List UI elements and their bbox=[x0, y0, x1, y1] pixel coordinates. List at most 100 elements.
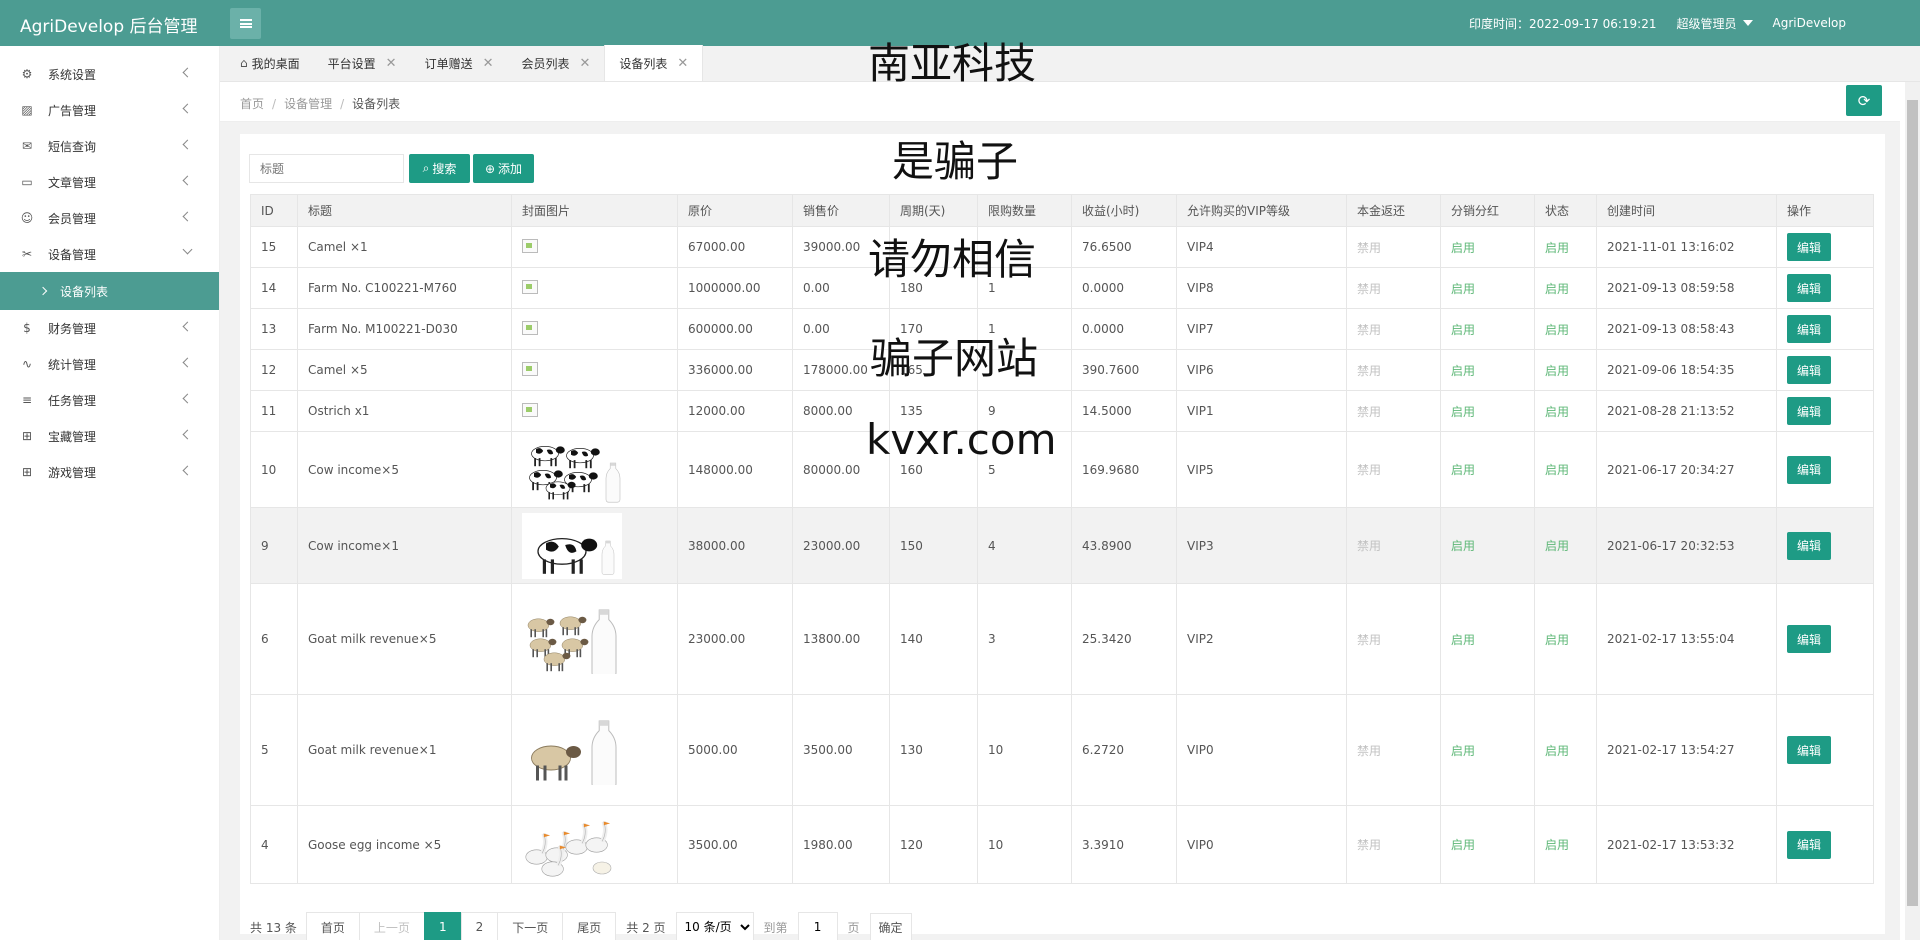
search-icon: ⌕ bbox=[422, 161, 430, 175]
sidebar-item-ads[interactable]: ▨ 广告管理 bbox=[0, 92, 219, 128]
column-header: 标题 bbox=[297, 194, 512, 227]
cell-id: 4 bbox=[250, 805, 298, 884]
per-page-select[interactable]: 10 条/页 bbox=[675, 912, 754, 940]
search-button[interactable]: ⌕ 搜索 bbox=[409, 154, 470, 183]
site-name-link[interactable]: AgriDevelop bbox=[1773, 16, 1847, 30]
cell-title: Camel ×5 bbox=[297, 349, 512, 391]
cover-image bbox=[522, 436, 622, 503]
table-row: 9 Cow income×1 38000.00 23000.00 150 4 43.890… bbox=[250, 507, 1874, 584]
cell-text: 43.8900 bbox=[1082, 538, 1132, 553]
edit-button[interactable]: 编辑 bbox=[1787, 736, 1831, 764]
close-icon[interactable]: ✕ bbox=[677, 56, 688, 71]
breadcrumb-current: 设备列表 bbox=[352, 97, 401, 111]
first-page-button[interactable]: 首页 bbox=[305, 912, 360, 940]
scrollbar-thumb[interactable] bbox=[1907, 100, 1918, 906]
add-button[interactable]: ⊕ 添加 bbox=[473, 154, 534, 183]
menu-toggle-button[interactable] bbox=[230, 8, 261, 39]
user-role-dropdown[interactable]: 超级管理员 bbox=[1676, 15, 1753, 32]
sidebar-item-sms[interactable]: ✉ 短信查询 bbox=[0, 128, 219, 164]
hamburger-icon bbox=[239, 19, 252, 28]
cell-limit: 10 bbox=[977, 805, 1072, 884]
cell-income: 43.8900 bbox=[1071, 507, 1177, 584]
cell-limit: 3 bbox=[977, 583, 1072, 695]
sidebar-item-tasks[interactable]: ≡ 任务管理 bbox=[0, 382, 219, 418]
edit-button[interactable]: 编辑 bbox=[1787, 830, 1831, 859]
sidebar-item-treasure[interactable]: ⊞ 宝藏管理 bbox=[0, 418, 219, 454]
scrollbar[interactable] bbox=[1905, 82, 1920, 940]
tools-icon: ✂ bbox=[21, 247, 33, 261]
cell-image bbox=[511, 267, 678, 309]
refresh-button[interactable]: ⟳ bbox=[1846, 85, 1882, 116]
cell-text: VIP1 bbox=[1187, 404, 1214, 418]
edit-button[interactable]: 编辑 bbox=[1787, 531, 1831, 560]
edit-button[interactable]: 编辑 bbox=[1787, 233, 1831, 261]
cover-image bbox=[522, 604, 622, 674]
cell-price: 3500.00 bbox=[677, 805, 793, 884]
cell-share: 启用 bbox=[1440, 805, 1535, 884]
sidebar-item-devices[interactable]: ✂ 设备管理 bbox=[0, 236, 219, 272]
sidebar-item-articles[interactable]: ▭ 文章管理 bbox=[0, 164, 219, 200]
tab-desktop[interactable]: ⌂ 我的桌面 bbox=[226, 45, 314, 81]
sidebar-item-system-settings[interactable]: ⚙ 系统设置 bbox=[0, 56, 219, 92]
chevron-left-icon bbox=[182, 211, 193, 222]
chevron-left-icon bbox=[182, 139, 193, 150]
cell-text: VIP2 bbox=[1187, 632, 1214, 646]
edit-button[interactable]: 编辑 bbox=[1787, 397, 1831, 425]
cell-text: 2021-06-17 20:34:27 bbox=[1607, 462, 1735, 477]
cell-text: 14.5000 bbox=[1082, 404, 1132, 418]
cell-text: 2021-02-17 13:53:32 bbox=[1607, 837, 1735, 852]
page-button[interactable]: 1 bbox=[423, 912, 462, 940]
sidebar-item-label: 财务管理 bbox=[48, 321, 97, 336]
cell-text: 禁用 bbox=[1357, 404, 1382, 419]
chevron-left-icon bbox=[182, 465, 193, 476]
cell-text: 6 bbox=[261, 632, 269, 646]
table-row: 11 Ostrich x1 12000.00 8000.00 135 9 14.5000 VI… bbox=[250, 390, 1874, 432]
column-header: 原价 bbox=[677, 194, 793, 227]
next-page-button[interactable]: 下一页 bbox=[497, 912, 564, 940]
breadcrumb-separator: / bbox=[340, 97, 345, 111]
column-header: 操作 bbox=[1776, 194, 1874, 227]
sidebar-item-device-list[interactable]: 设备列表 bbox=[0, 272, 219, 310]
cell-refund: 禁用 bbox=[1346, 349, 1441, 391]
goto-label: 到第 bbox=[763, 920, 788, 935]
cell-share: 启用 bbox=[1440, 349, 1535, 391]
breadcrumb-devices[interactable]: 设备管理 bbox=[284, 97, 332, 111]
sidebar-item-games[interactable]: ⊞ 游戏管理 bbox=[0, 454, 219, 490]
pulse-icon: ∿ bbox=[21, 357, 33, 371]
cell-limit: 4 bbox=[977, 507, 1072, 584]
cell-text: 2021-06-17 20:32:53 bbox=[1607, 538, 1735, 553]
confirm-goto-button[interactable]: 确定 bbox=[869, 913, 912, 940]
cell-price: 5000.00 bbox=[677, 694, 793, 806]
tab-order-gift[interactable]: 订单赠送 ✕ bbox=[411, 45, 508, 81]
cell-text: 148000.00 bbox=[688, 462, 753, 477]
cell-title: Camel ×1 bbox=[297, 226, 512, 268]
gear-icon: ⚙ bbox=[21, 67, 33, 81]
prev-page-button[interactable]: 上一页 bbox=[358, 912, 425, 940]
search-input[interactable] bbox=[249, 154, 404, 183]
edit-button[interactable]: 编辑 bbox=[1787, 625, 1831, 653]
table-row: 4 Goose egg income ×5 3500.00 1980.00 120 10… bbox=[250, 805, 1874, 884]
tab-member-list[interactable]: 会员列表 ✕ bbox=[507, 45, 604, 81]
cell-text: 0.00 bbox=[803, 281, 830, 295]
last-page-button[interactable]: 尾页 bbox=[562, 912, 617, 940]
page-button[interactable]: 2 bbox=[460, 912, 499, 940]
tab-platform-settings[interactable]: 平台设置 ✕ bbox=[314, 45, 411, 81]
close-icon[interactable]: ✕ bbox=[386, 56, 397, 71]
edit-button[interactable]: 编辑 bbox=[1787, 356, 1831, 384]
sidebar-item-members[interactable]: ☺ 会员管理 bbox=[0, 200, 219, 236]
sidebar-item-statistics[interactable]: ∿ 统计管理 bbox=[0, 346, 219, 382]
close-icon[interactable]: ✕ bbox=[580, 56, 591, 71]
close-icon[interactable]: ✕ bbox=[483, 56, 494, 71]
cell-text: 67000.00 bbox=[688, 240, 746, 254]
edit-button[interactable]: 编辑 bbox=[1787, 315, 1831, 343]
edit-button[interactable]: 编辑 bbox=[1787, 274, 1831, 302]
edit-button[interactable]: 编辑 bbox=[1787, 455, 1831, 484]
cell-text: 8000.00 bbox=[803, 404, 853, 418]
cell-refund: 禁用 bbox=[1346, 390, 1441, 432]
sidebar-item-finance[interactable]: $ 财务管理 bbox=[0, 310, 219, 346]
goto-page-input[interactable] bbox=[797, 912, 838, 940]
tab-device-list[interactable]: 设备列表 ✕ bbox=[604, 45, 704, 81]
breadcrumb-home[interactable]: 首页 bbox=[240, 97, 264, 111]
search-button-label: 搜索 bbox=[432, 162, 457, 176]
cell-text: 启用 bbox=[1451, 363, 1476, 378]
